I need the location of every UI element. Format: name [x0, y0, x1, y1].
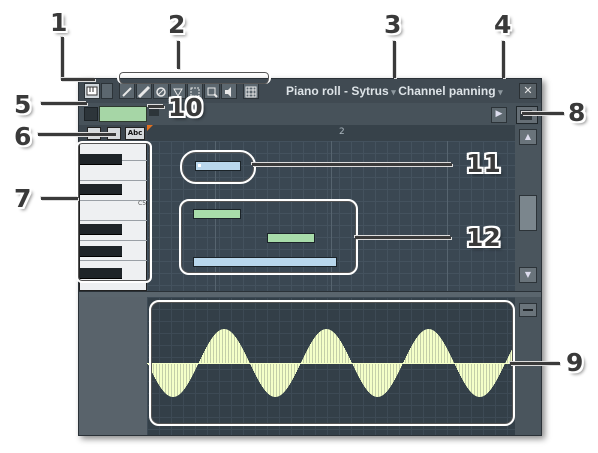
playback-tool-icon[interactable]: [221, 83, 237, 99]
piano-roll-menu-icon[interactable]: [84, 83, 100, 99]
paint-tool-icon[interactable]: [136, 83, 152, 99]
draw-tool-icon[interactable]: [119, 83, 135, 99]
callout-10: 10: [168, 93, 203, 122]
channel-target-label[interactable]: Channel panning: [398, 84, 495, 98]
callout-9: 9: [566, 348, 584, 377]
highlight-event-editor: [149, 300, 515, 426]
callout-7: 7: [14, 184, 32, 213]
callout-line-6: [38, 133, 116, 136]
callout-2: 2: [168, 10, 186, 39]
callout-line-11: [252, 163, 452, 166]
event-editor-side: [515, 297, 541, 435]
callout-line-9: [510, 362, 560, 365]
vertical-scrollbar[interactable]: ▲ ▼: [515, 125, 541, 291]
callout-11: 11: [466, 149, 501, 178]
callout-line-8: [522, 112, 564, 115]
callout-4: 4: [494, 10, 512, 39]
callout-line-7: [41, 197, 78, 200]
snap-grid-icon[interactable]: [243, 83, 259, 99]
scroll-right-button[interactable]: ▶: [491, 107, 507, 123]
zoom-slider[interactable]: [516, 106, 538, 124]
callout-line-12: [355, 236, 451, 239]
scroll-down-button[interactable]: ▼: [519, 267, 537, 283]
event-zoom-button[interactable]: [519, 303, 537, 317]
callout-line-2: [177, 41, 180, 69]
callout-12: 12: [466, 223, 501, 252]
timeline-ruler[interactable]: 2: [147, 125, 515, 141]
callout-8: 8: [568, 98, 586, 127]
callout-line-3: [393, 41, 396, 78]
callout-line-10: [148, 105, 164, 108]
start-marker-icon: [147, 125, 153, 131]
callout-line-5: [41, 102, 87, 105]
event-editor-gutter: [79, 297, 147, 435]
close-button[interactable]: ✕: [519, 83, 537, 99]
callout-5: 5: [14, 90, 32, 119]
pattern-dropdown-icon[interactable]: [149, 109, 159, 116]
magnet-icon[interactable]: [101, 83, 113, 99]
delete-tool-icon[interactable]: [153, 83, 169, 99]
callout-line-1b: [61, 78, 95, 81]
callout-line-4: [502, 41, 505, 78]
highlight-notes: [179, 199, 358, 275]
close-icon: ✕: [523, 84, 533, 97]
highlight-toolbar: [117, 70, 271, 84]
highlight-selected-note: [180, 150, 256, 184]
callout-1: 1: [50, 8, 68, 37]
minus-icon: [523, 309, 533, 311]
highlight-keyboard: [76, 141, 152, 283]
pattern-selector[interactable]: [99, 106, 147, 122]
scroll-up-button[interactable]: ▲: [519, 129, 537, 145]
callout-line-1: [61, 37, 64, 79]
callout-3: 3: [384, 10, 402, 39]
stamp-icon[interactable]: [84, 107, 98, 121]
window-title-text: Piano roll - Sytrus: [286, 84, 389, 98]
scroll-thumb[interactable]: [519, 195, 537, 231]
callout-6: 6: [14, 122, 32, 151]
abc-note-names-icon[interactable]: Abc: [125, 127, 145, 140]
ruler-bar-number: 2: [339, 127, 345, 137]
window-title[interactable]: Piano roll - Sytrus ▾ Channel panning ▾: [286, 84, 503, 98]
select-tool-icon[interactable]: [204, 83, 220, 99]
